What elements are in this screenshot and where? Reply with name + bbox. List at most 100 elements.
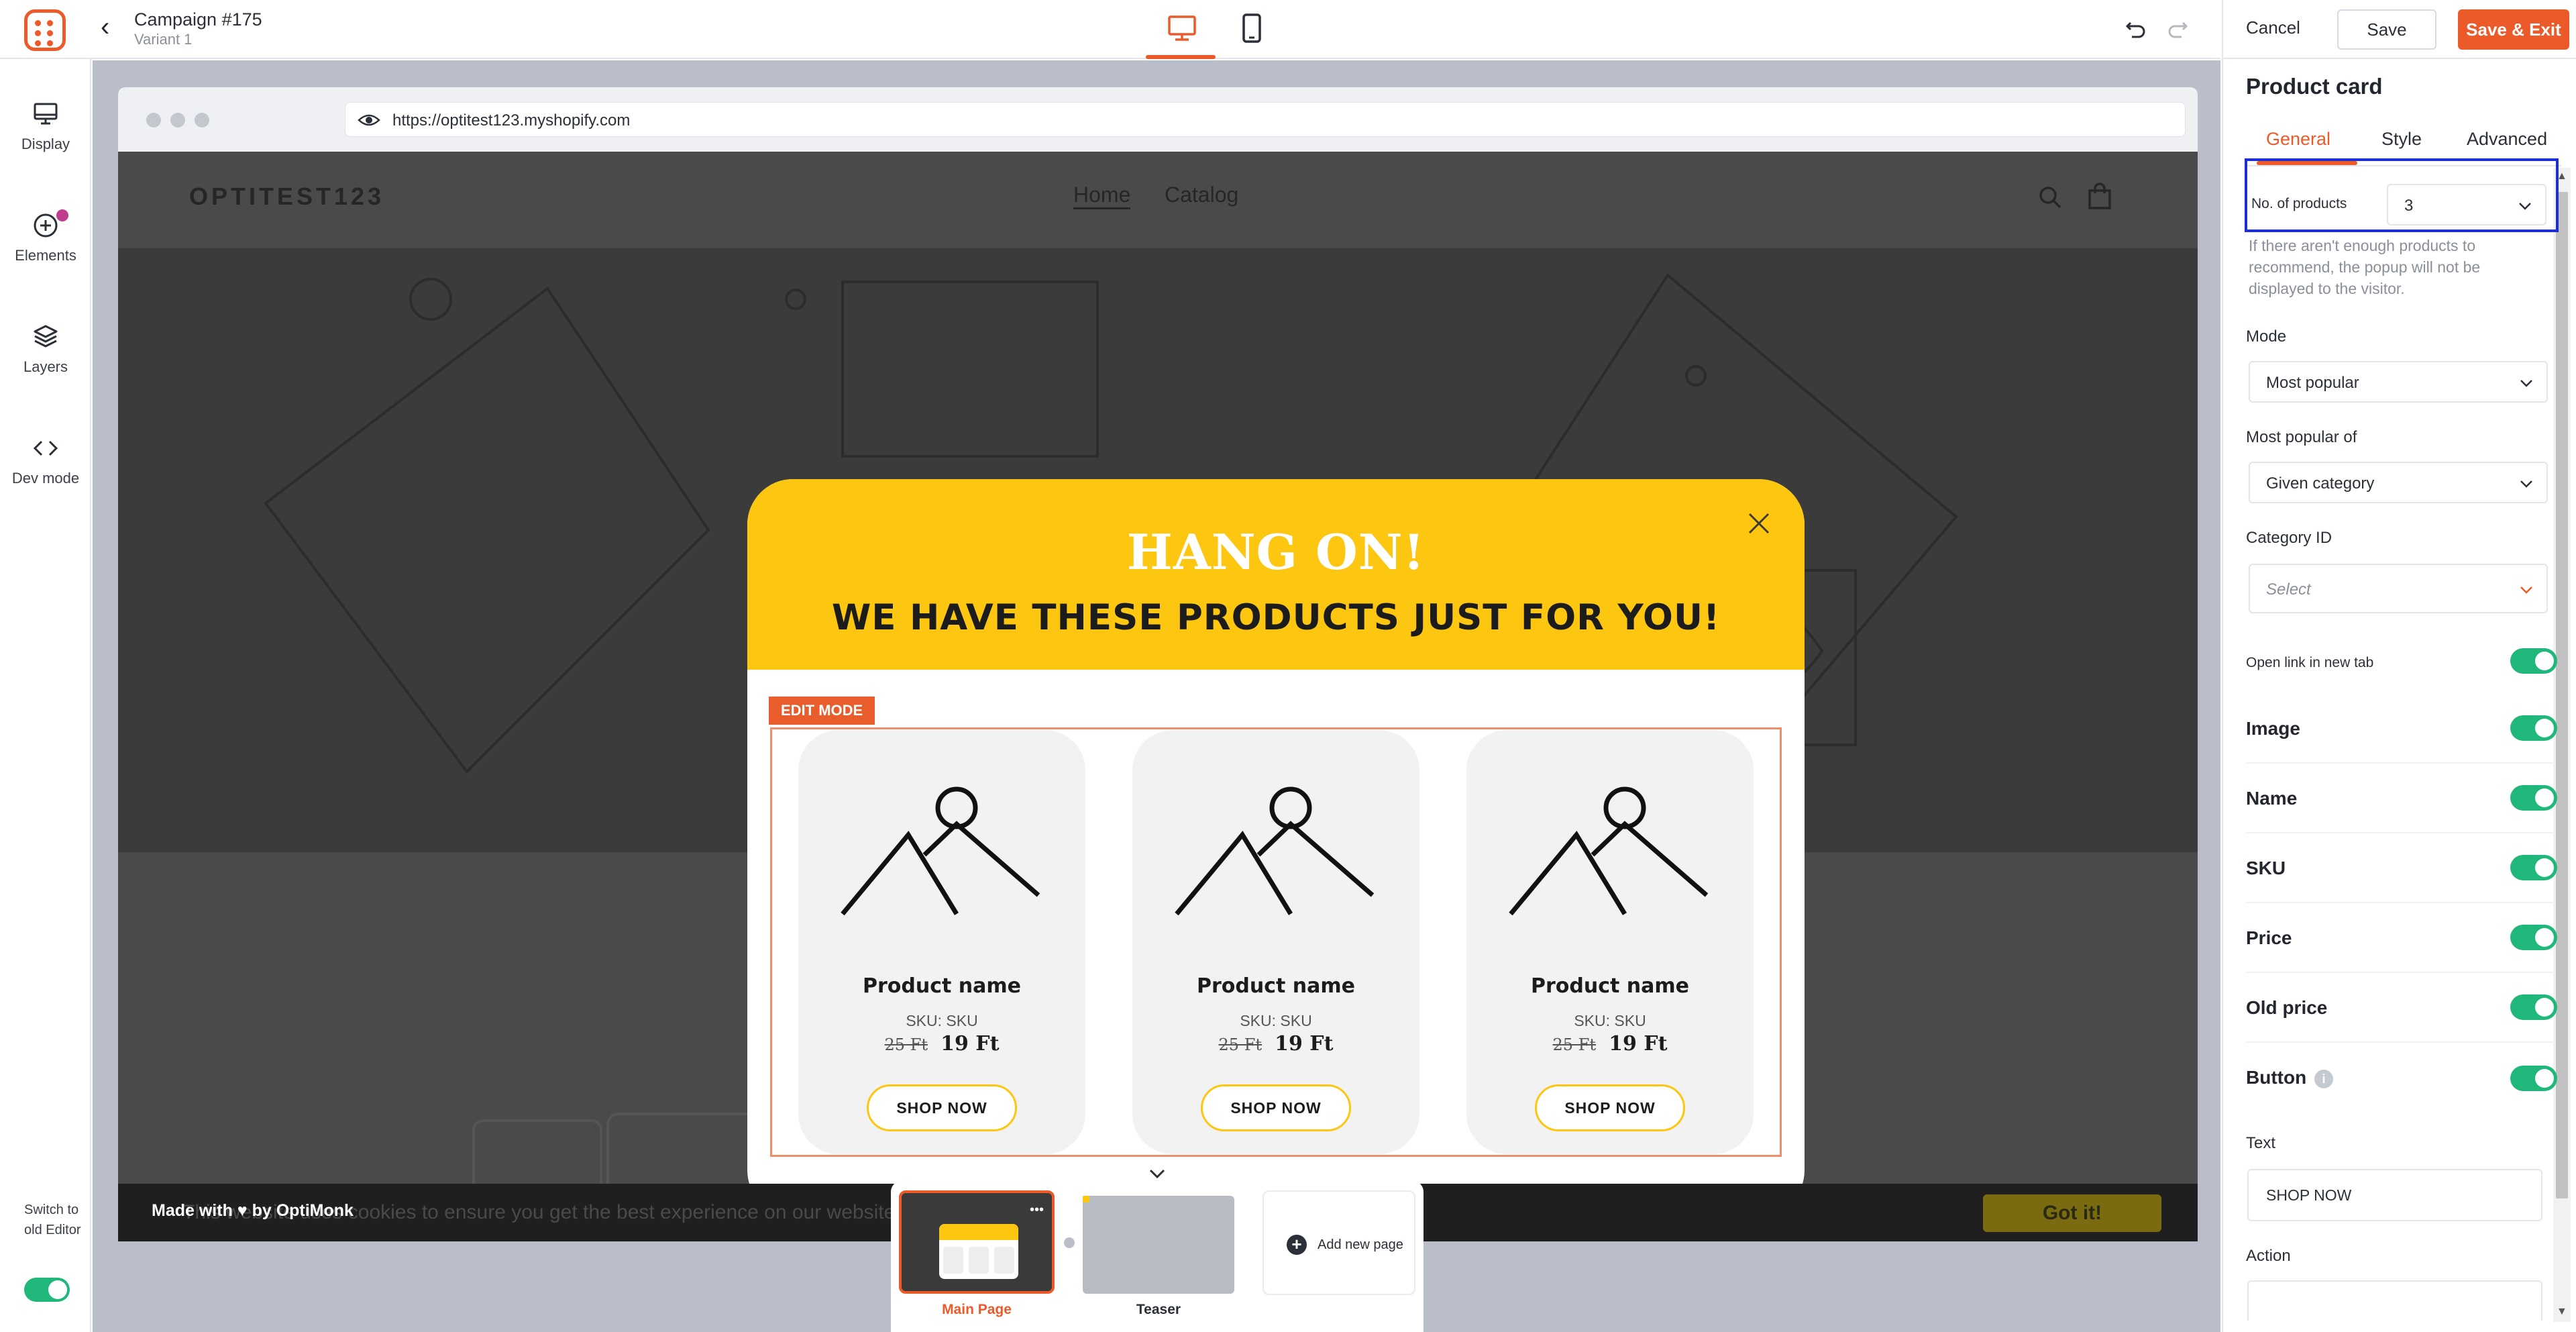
open-link-new-tab-label: Open link in new tab [2246,655,2374,670]
switch-old-editor-toggle[interactable] [24,1278,70,1302]
website-preview: OPTITEST123 Home Catalog HANG ON! WE HAV… [118,152,2198,1241]
shop-now-button[interactable]: SHOP NOW [1201,1084,1351,1131]
product-sku: SKU: SKU [906,1012,978,1029]
url-bar[interactable]: https://optitest123.myshopify.com [345,102,2186,137]
page-switcher: ••• Main Page Teaser + Add new page [891,1181,1424,1332]
window-dot [195,113,209,127]
info-icon[interactable]: i [2314,1070,2333,1088]
row-divider [2246,902,2553,903]
add-new-page-label: Add new page [1318,1237,1403,1252]
most-popular-of-value: Given category [2266,474,2375,493]
window-dot [146,113,161,127]
no-of-products-help: If there aren't enough products to recom… [2249,237,2481,297]
tab-style[interactable]: Style [2381,129,2422,150]
row-divider [2246,832,2553,833]
button-text-label: Text [2246,1134,2276,1152]
sidebar-item-label: Display [21,136,70,152]
cancel-button[interactable]: Cancel [2246,17,2300,38]
action-select[interactable] [2247,1280,2542,1321]
editor-canvas: https://optitest123.myshopify.com OPTITE… [93,60,2220,1332]
save-button[interactable]: Save [2337,9,2436,50]
row-divider [2246,972,2553,973]
browser-preview: https://optitest123.myshopify.com OPTITE… [118,87,2198,1241]
sidebar-item-dev-mode[interactable]: Dev mode [0,435,91,487]
redo-icon[interactable] [2167,19,2188,40]
mobile-icon[interactable] [1242,13,1261,43]
product-price: 25 Ft 19 Ft [1466,1032,1754,1056]
name-toggle[interactable] [2510,785,2557,811]
product-name: Product name [862,974,1021,998]
site-logo: OPTITEST123 [189,183,385,210]
tab-general[interactable]: General [2266,129,2330,150]
page-thumb-teaser[interactable] [1083,1196,1234,1294]
popup-subtitle[interactable]: WE HAVE THESE PRODUCTS JUST FOR YOU! [747,597,1805,638]
mode-select[interactable]: Most popular [2249,361,2548,403]
close-icon[interactable] [1747,511,1771,535]
site-nav-home: Home [1073,183,1131,209]
button-text-input[interactable] [2249,1170,2541,1220]
row-divider [2246,1041,2553,1043]
settings-panel: Cancel Save Save & Exit Product card Gen… [2222,0,2576,1332]
button-text-field[interactable] [2247,1169,2542,1221]
panel-scrollbar[interactable]: ▲ ▼ [2553,168,2571,1322]
shop-now-button[interactable]: SHOP NOW [1535,1084,1685,1131]
panel-actions: Cancel Save Save & Exit [2223,0,2576,59]
variant-name: Variant 1 [134,31,193,48]
image-toggle[interactable] [2510,715,2557,741]
popup-header: HANG ON! WE HAVE THESE PRODUCTS JUST FOR… [747,479,1805,670]
image-placeholder-icon [1175,786,1375,916]
browser-chrome: https://optitest123.myshopify.com [118,87,2198,152]
product-old-price: 25 Ft [1218,1035,1262,1054]
scroll-down-icon[interactable]: ▼ [2557,1306,2567,1318]
action-label: Action [2246,1247,2291,1265]
tab-advanced[interactable]: Advanced [2467,129,2547,150]
open-link-new-tab-toggle[interactable] [2510,648,2557,674]
product-sku: SKU: SKU [1574,1012,1646,1029]
chevron-down-icon [1149,1169,1165,1179]
sidebar-item-display[interactable]: Display [0,101,91,153]
made-with-optimonk: Made with ♥ by OptiMonk [152,1201,354,1220]
row-divider [2246,762,2553,764]
no-of-products-select[interactable]: 3 [2387,184,2546,225]
display-icon [34,103,58,125]
sidebar-item-elements[interactable]: Elements [0,209,91,264]
product-card[interactable]: Product name SKU: SKU 25 Ft 19 Ft SHOP N… [798,730,1085,1154]
old-price-toggle[interactable] [2510,994,2557,1020]
site-header: OPTITEST123 Home Catalog [118,152,2198,248]
product-card[interactable]: Product name SKU: SKU 25 Ft 19 Ft SHOP N… [1132,730,1419,1154]
optimonk-logo[interactable] [24,9,66,51]
sku-toggle[interactable] [2510,855,2557,880]
desktop-icon[interactable] [1167,15,1197,42]
product-name: Product name [1196,974,1355,998]
code-icon [33,440,58,456]
more-options-icon[interactable]: ••• [1030,1202,1044,1218]
product-current-price: 19 Ft [1609,1032,1668,1056]
window-dot [170,113,185,127]
product-card[interactable]: Product name SKU: SKU 25 Ft 19 Ft SHOP N… [1466,730,1754,1154]
site-nav-catalog: Catalog [1165,183,1239,207]
product-name: Product name [1530,974,1689,998]
sidebar-item-layers[interactable]: Layers [0,323,91,376]
top-bar: ‹ Campaign #175 Variant 1 [0,0,2220,59]
back-chevron-icon[interactable]: ‹ [101,12,109,42]
button-toggle[interactable] [2510,1066,2557,1091]
sidebar-item-label: Dev mode [11,470,80,486]
undo-icon[interactable] [2125,19,2147,40]
popup-title[interactable]: HANG ON! [747,523,1805,580]
save-exit-button[interactable]: Save & Exit [2458,9,2569,50]
eye-icon [358,114,380,126]
device-active-indicator [1146,55,1216,59]
product-current-price: 19 Ft [1275,1032,1334,1056]
thumb-popup-preview [939,1224,1018,1279]
scrollbar-thumb[interactable] [2556,192,2568,1198]
image-placeholder-icon [1509,786,1709,916]
popup[interactable]: HANG ON! WE HAVE THESE PRODUCTS JUST FOR… [747,479,1805,1216]
add-new-page-button[interactable]: + Add new page [1263,1190,1415,1295]
mode-label: Mode [2246,327,2287,346]
most-popular-of-select[interactable]: Given category [2249,462,2548,503]
category-id-select[interactable]: Select [2249,564,2548,613]
product-price: 25 Ft 19 Ft [1132,1032,1419,1056]
page-thumb-main[interactable]: ••• [899,1190,1055,1294]
price-toggle[interactable] [2510,925,2557,950]
shop-now-button[interactable]: SHOP NOW [867,1084,1017,1131]
